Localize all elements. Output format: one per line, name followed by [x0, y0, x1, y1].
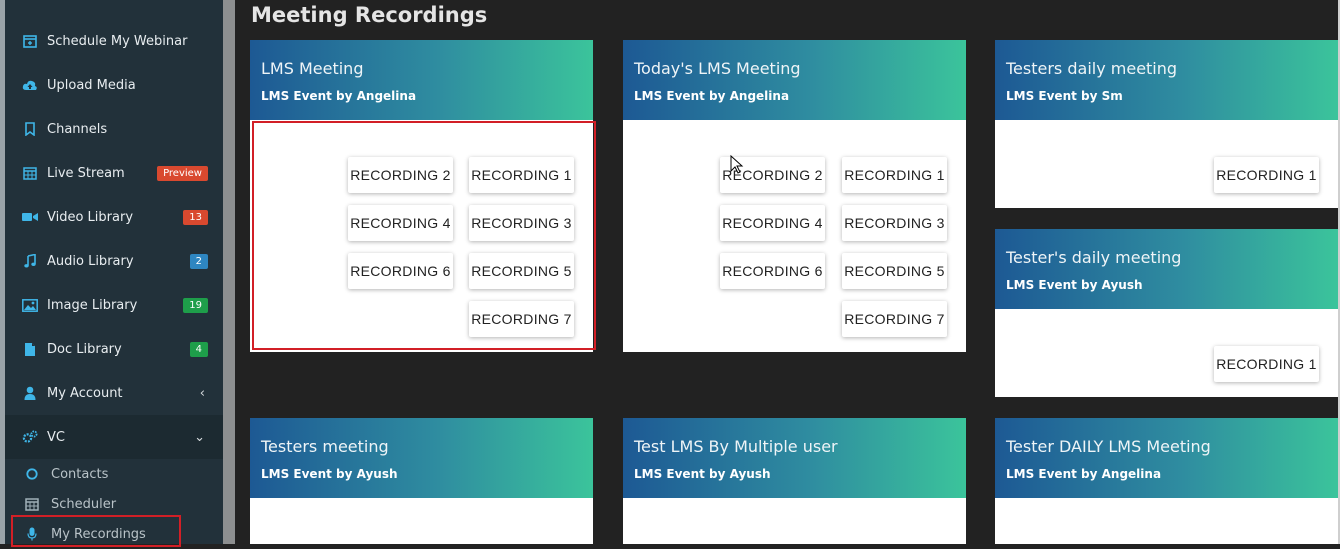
- card-header: Test LMS By Multiple user LMS Event by A…: [623, 418, 966, 498]
- recordings-highlight: [252, 121, 596, 350]
- card-subtitle: LMS Event by Angelina: [261, 89, 417, 103]
- recording-button[interactable]: RECORDING 1: [1214, 157, 1319, 193]
- sidebar-item-video-library[interactable]: Video Library 13: [5, 195, 223, 239]
- card-subtitle: LMS Event by Sm: [1006, 89, 1123, 103]
- sidebar-subitem-label: Scheduler: [51, 496, 117, 512]
- preview-badge: Preview: [157, 165, 208, 181]
- card-title: Testers meeting: [261, 437, 389, 456]
- recording-button[interactable]: RECORDING 1: [842, 157, 947, 193]
- sidebar-item-schedule-webinar[interactable]: Schedule My Webinar: [5, 19, 223, 63]
- sidebar-scrollbar[interactable]: [223, 0, 235, 544]
- sidebar-item-my-account[interactable]: My Account ‹: [5, 371, 223, 415]
- music-note-icon: [22, 253, 38, 269]
- sidebar-item-label: Image Library: [47, 297, 138, 313]
- bookmark-icon: [22, 121, 38, 137]
- card-title: Tester's daily meeting: [1006, 248, 1182, 267]
- chevron-down-icon: ⌄: [194, 429, 205, 445]
- recording-button[interactable]: RECORDING 1: [1214, 346, 1319, 382]
- sidebar: Schedule My Webinar Upload Media Channel…: [0, 0, 235, 547]
- card-subtitle: LMS Event by Ayush: [1006, 278, 1143, 292]
- card-header: Testers daily meeting LMS Event by Sm: [995, 40, 1338, 120]
- gears-icon: [22, 429, 38, 445]
- sidebar-item-channels[interactable]: Channels: [5, 107, 223, 151]
- card-subtitle: LMS Event by Ayush: [261, 467, 398, 481]
- recording-button[interactable]: RECORDING 6: [720, 253, 825, 289]
- sidebar-item-doc-library[interactable]: Doc Library 4: [5, 327, 223, 371]
- recording-button[interactable]: RECORDING 7: [842, 301, 947, 337]
- meeting-card: Test LMS By Multiple user LMS Event by A…: [623, 418, 966, 544]
- calendar-plus-icon: [22, 33, 38, 49]
- card-subtitle: LMS Event by Ayush: [634, 467, 771, 481]
- card-subtitle: LMS Event by Angelina: [634, 89, 790, 103]
- main-content: Meeting Recordings LMS Meeting LMS Event…: [235, 0, 1340, 544]
- sidebar-item-label: Channels: [47, 121, 108, 137]
- sidebar-subitem-label: Contacts: [51, 466, 109, 482]
- card-title: Tester DAILY LMS Meeting: [1006, 437, 1211, 456]
- mouse-cursor-icon: [730, 155, 744, 174]
- meeting-card: Testers daily meeting LMS Event by Sm RE…: [995, 40, 1338, 208]
- sidebar-item-label: My Account: [47, 385, 123, 401]
- recording-button[interactable]: RECORDING 5: [842, 253, 947, 289]
- sidebar-item-label: Video Library: [47, 209, 134, 225]
- sidebar-item-vc[interactable]: VC ⌄: [5, 415, 223, 459]
- sidebar-item-label: Audio Library: [47, 253, 134, 269]
- card-subtitle: LMS Event by Angelina: [1006, 467, 1162, 481]
- card-header: Tester DAILY LMS Meeting LMS Event by An…: [995, 418, 1338, 498]
- sidebar-item-audio-library[interactable]: Audio Library 2: [5, 239, 223, 283]
- user-icon: [22, 385, 38, 401]
- count-badge: 19: [183, 297, 208, 313]
- card-title: Today's LMS Meeting: [634, 59, 801, 78]
- sidebar-item-label: VC: [47, 429, 65, 445]
- page-title: Meeting Recordings: [251, 3, 488, 27]
- circle-icon: [25, 467, 39, 481]
- sidebar-item-label: Schedule My Webinar: [47, 33, 188, 49]
- my-recordings-highlight: [11, 515, 181, 547]
- document-icon: [22, 341, 38, 357]
- count-badge: 4: [189, 341, 208, 357]
- cloud-upload-icon: [22, 77, 38, 93]
- meeting-card: Tester's daily meeting LMS Event by Ayus…: [995, 229, 1338, 397]
- meeting-card: Today's LMS Meeting LMS Event by Angelin…: [623, 40, 966, 352]
- meeting-card: Testers meeting LMS Event by Ayush: [250, 418, 593, 544]
- recording-button[interactable]: RECORDING 3: [842, 205, 947, 241]
- card-title: LMS Meeting: [261, 59, 364, 78]
- count-badge: 2: [189, 253, 208, 269]
- sidebar-subitem-contacts[interactable]: Contacts: [5, 459, 223, 489]
- chevron-left-icon: ‹: [199, 385, 205, 401]
- video-camera-icon: [22, 209, 38, 225]
- card-header: Today's LMS Meeting LMS Event by Angelin…: [623, 40, 966, 120]
- count-badge: 13: [183, 209, 208, 225]
- sidebar-item-image-library[interactable]: Image Library 19: [5, 283, 223, 327]
- card-title: Testers daily meeting: [1006, 59, 1178, 78]
- card-header: LMS Meeting LMS Event by Angelina: [250, 40, 593, 120]
- sidebar-item-live-stream[interactable]: Live Stream Preview: [5, 151, 223, 195]
- recording-button[interactable]: RECORDING 4: [720, 205, 825, 241]
- card-header: Testers meeting LMS Event by Ayush: [250, 418, 593, 498]
- sidebar-item-label: Doc Library: [47, 341, 122, 357]
- calendar-grid-icon: [25, 497, 39, 511]
- image-icon: [22, 297, 38, 313]
- sidebar-item-label: Live Stream: [47, 165, 125, 181]
- sidebar-item-label: Upload Media: [47, 77, 136, 93]
- card-header: Tester's daily meeting LMS Event by Ayus…: [995, 229, 1338, 309]
- meeting-card: Tester DAILY LMS Meeting LMS Event by An…: [995, 418, 1338, 544]
- card-title: Test LMS By Multiple user: [634, 437, 838, 456]
- sidebar-item-upload-media[interactable]: Upload Media: [5, 63, 223, 107]
- calendar-grid-icon: [22, 165, 38, 181]
